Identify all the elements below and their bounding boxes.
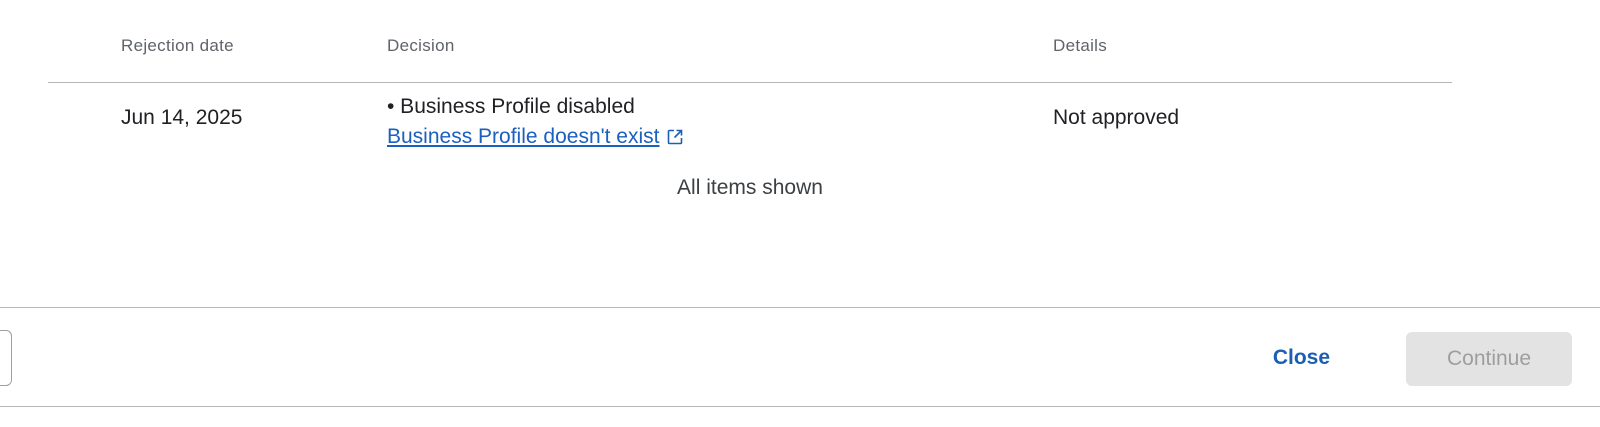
table-row: Jun 14, 2025 • Business Profile disabled… xyxy=(48,83,1452,163)
column-header-details: Details xyxy=(1053,36,1108,55)
decision-cell: • Business Profile disabled Business Pro… xyxy=(387,92,684,152)
close-button[interactable]: Close xyxy=(1257,332,1346,384)
details-cell: Not approved xyxy=(1053,106,1180,129)
rejections-table: Rejection date Decision Details Jun 14, … xyxy=(48,0,1452,163)
table-header-row: Rejection date Decision Details xyxy=(48,0,1452,83)
column-header-decision: Decision xyxy=(387,36,455,55)
business-profile-help-link[interactable]: Business Profile doesn't exist xyxy=(387,122,684,152)
rejection-date-cell: Jun 14, 2025 xyxy=(121,106,243,129)
partial-input-box[interactable] xyxy=(0,330,12,386)
continue-button[interactable]: Continue xyxy=(1406,332,1572,386)
decision-link-label: Business Profile doesn't exist xyxy=(387,125,660,148)
decision-reason: • Business Profile disabled xyxy=(387,95,635,118)
external-link-icon xyxy=(668,129,683,145)
all-items-shown-text: All items shown xyxy=(677,176,823,199)
column-header-rejection-date: Rejection date xyxy=(121,36,234,55)
dialog-footer: Close Continue xyxy=(0,307,1600,407)
